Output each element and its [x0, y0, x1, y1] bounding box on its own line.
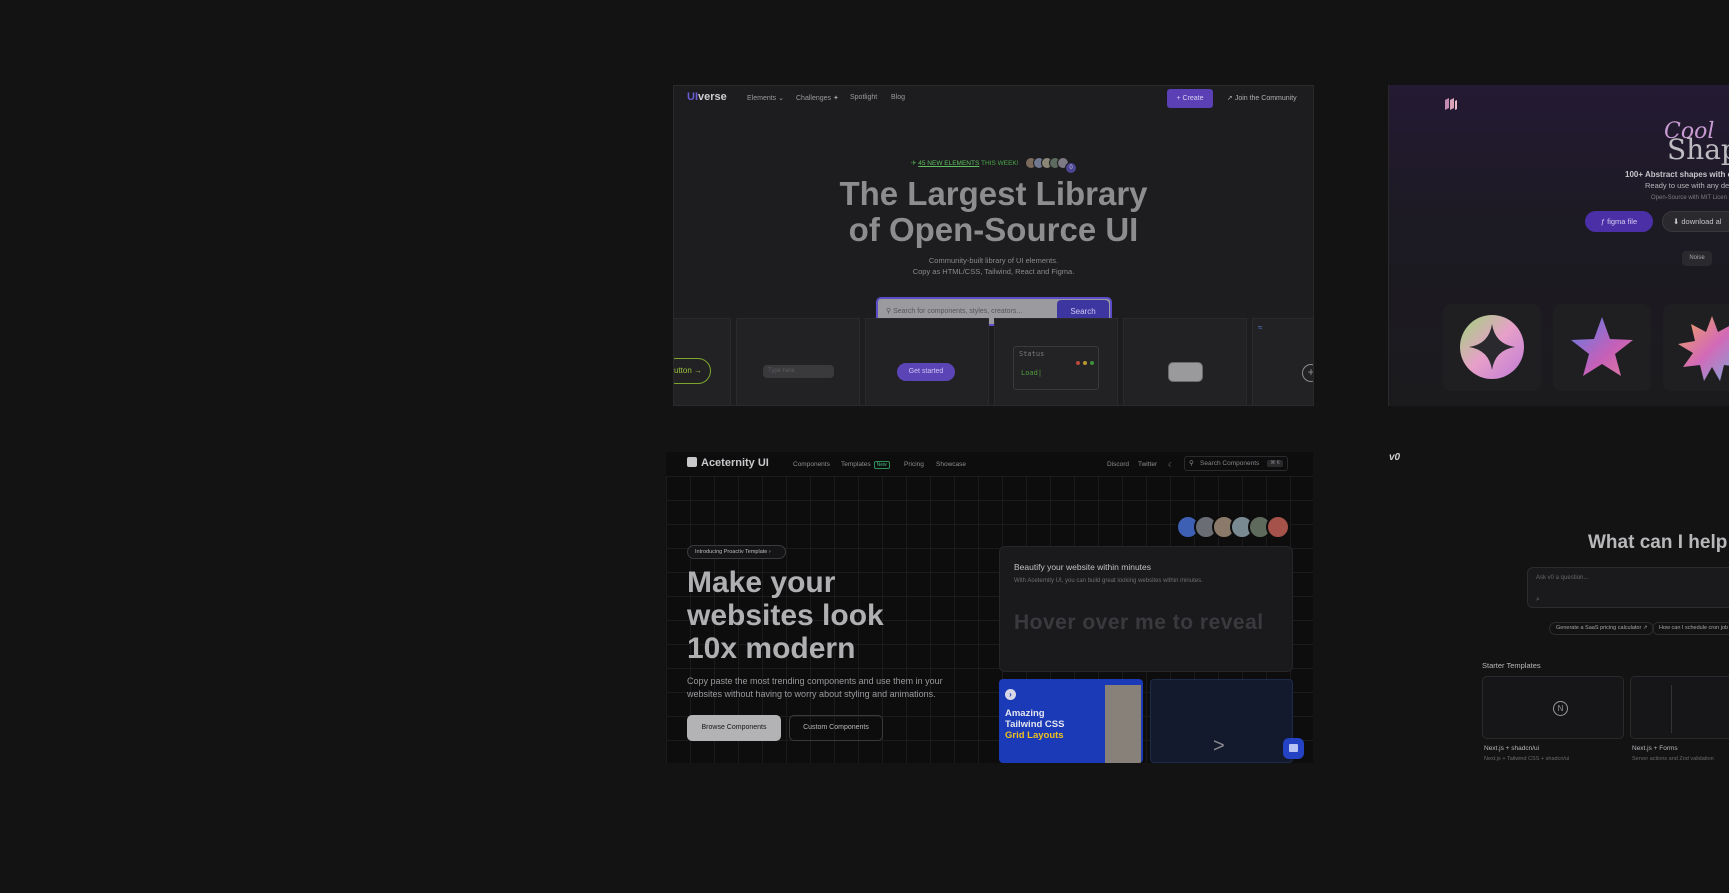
attachment-icon[interactable]: ⌕ — [1536, 596, 1540, 604]
aceternity-preview-card[interactable]: Aceternity UI Components Templates New Pr… — [666, 452, 1313, 763]
contributor-avatars: 0 — [1025, 156, 1077, 174]
uiverse-logo[interactable]: UIverse — [687, 91, 727, 103]
aceternity-logo[interactable]: Aceternity UI — [687, 457, 769, 469]
form-preview-image — [1671, 685, 1729, 733]
nav-discord[interactable]: Discord — [1107, 461, 1129, 468]
starter-templates-heading: Starter Templates — [1482, 661, 1541, 670]
search-components-input[interactable]: ⚲ Search Components ⌘ K — [1184, 456, 1288, 471]
nav-elements[interactable]: Elements ⌄ — [747, 94, 784, 102]
avatar — [1266, 515, 1290, 539]
hero-description: Copy paste the most trending components … — [687, 676, 943, 699]
template-sub: Next.js + Tailwind CSS + shadcn/ui — [1484, 756, 1570, 762]
terminal-text: Load| — [1021, 369, 1043, 377]
hero-title: Make your websites look 10x modern — [687, 566, 884, 665]
coolshapes-tagline: 100+ Abstract shapes with co — [1625, 170, 1729, 179]
shape-tile[interactable] — [1443, 304, 1541, 391]
input-preview[interactable]: Type here — [763, 365, 834, 378]
nav-templates[interactable]: Templates New — [841, 461, 890, 469]
terminal-title: Status — [1019, 350, 1045, 358]
uiverse-preview-card[interactable]: UIverse Elements ⌄ Challenges ✦ Spotligh… — [673, 85, 1314, 406]
arrow-icon: › — [768, 549, 771, 555]
terminal-prompt-icon: > — [1213, 735, 1225, 757]
outline-button-preview[interactable]: utton → — [674, 358, 711, 384]
uiverse-navbar: UIverse Elements ⌄ Challenges ✦ Spotligh… — [674, 86, 1313, 110]
star-circle-shape-icon — [1460, 315, 1524, 379]
tab-noise[interactable]: Noise — [1682, 251, 1712, 266]
template-label: Next.js + Forms — [1632, 745, 1678, 752]
intro-badge[interactable]: Introducing Proactiv Template › — [687, 545, 786, 559]
reveal-panel[interactable]: Beautify your website within minutes Wit… — [999, 546, 1293, 672]
tailwind-icon: ≈ — [1258, 323, 1263, 332]
nextjs-icon: N — [1553, 701, 1568, 716]
download-all-button[interactable]: ⬇ download al — [1662, 211, 1729, 232]
grid-preview-image — [1105, 685, 1141, 763]
element-showcase-row: utton → Type here Get started Status Loa… — [674, 318, 1313, 405]
aceternity-logo-icon — [687, 457, 697, 467]
aceternity-navbar: Aceternity UI Components Templates New Pr… — [666, 452, 1313, 476]
template-label: Next.js + shadcn/ui — [1484, 745, 1540, 752]
template-tile[interactable] — [1630, 676, 1729, 739]
template-sub: Server actions and Zod validation — [1632, 756, 1714, 762]
get-started-button-preview[interactable]: Get started — [897, 363, 955, 381]
figma-file-button[interactable]: ƒ figma file — [1585, 211, 1653, 232]
create-button[interactable]: + Create — [1167, 89, 1213, 108]
hero-title: The Largest Library of Open-Source UI — [839, 175, 1148, 248]
shapes-title: Shap — [1667, 133, 1729, 166]
template-tile[interactable]: N — [1482, 676, 1624, 739]
rocket-icon: ➚ — [1227, 95, 1235, 102]
nav-showcase[interactable]: Showcase — [936, 461, 966, 468]
shortcut-kbd: ⌘ K — [1267, 460, 1283, 467]
join-community-link[interactable]: ➚ Join the Community — [1227, 89, 1297, 108]
shape-tile[interactable] — [1553, 304, 1651, 391]
nav-components[interactable]: Components — [793, 461, 830, 468]
coolshapes-logo-icon — [1445, 98, 1457, 110]
element-tile[interactable]: ≈ + — [1252, 318, 1313, 405]
browse-components-button[interactable]: Browse Components — [687, 715, 781, 741]
globe-map-card[interactable]: > — [1150, 679, 1293, 763]
toggle-preview[interactable] — [1168, 362, 1203, 382]
v0-logo[interactable]: v0 — [1389, 452, 1400, 463]
nav-blog[interactable]: Blog — [891, 94, 905, 101]
user-avatars — [1176, 515, 1290, 544]
plus-icon[interactable]: + — [1302, 364, 1313, 382]
element-tile[interactable]: Status Load| — [994, 318, 1118, 405]
nav-spotlight[interactable]: Spotlight — [850, 94, 877, 101]
arrow-right-icon: › — [1005, 689, 1016, 700]
v0-preview-card[interactable]: v0 What can I help Ask v0 a question... ⌕… — [1388, 452, 1729, 763]
element-tile[interactable]: utton → — [674, 318, 731, 405]
panel-title: Beautify your website within minutes — [1014, 562, 1152, 572]
element-tile[interactable]: Type here — [736, 318, 860, 405]
burst-shape-icon — [1678, 316, 1729, 381]
star-shape-icon — [1571, 317, 1633, 376]
custom-components-button[interactable]: Custom Components — [789, 715, 883, 741]
grid-layouts-card[interactable]: › Amazing Tailwind CSS Grid Layouts — [999, 679, 1143, 763]
hero-subtitle: Community-built library of UI elements. … — [912, 256, 1075, 276]
grid-layouts-title: Amazing Tailwind CSS Grid Layouts — [1005, 708, 1065, 741]
search-input[interactable]: ⚲ Search for components, styles, creator… — [886, 307, 1022, 315]
nav-twitter[interactable]: Twitter — [1138, 461, 1157, 468]
avatar-count-badge: 0 — [1065, 162, 1077, 174]
nav-pricing[interactable]: Pricing — [904, 461, 924, 468]
suggestion-chip[interactable]: How can I schedule cron job — [1652, 622, 1729, 635]
hover-reveal-text[interactable]: Hover over me to reveal — [1014, 611, 1264, 635]
search-icon: ⚲ — [1189, 460, 1194, 467]
element-tile[interactable]: Get started — [865, 318, 989, 405]
coolshapes-subline: Ready to use with any des — [1645, 181, 1729, 190]
coolshapes-preview-card[interactable]: Cool Shap 100+ Abstract shapes with co R… — [1388, 85, 1729, 406]
chat-icon — [1289, 744, 1298, 752]
window-dots-icon — [1073, 352, 1094, 370]
ask-input[interactable]: Ask v0 a question... ⌕ — [1527, 567, 1729, 608]
new-badge: New — [873, 461, 890, 469]
new-elements-banner[interactable]: ✈ 45 NEW ELEMENTS THIS WEEK! — [911, 159, 1019, 167]
terminal-preview: Status Load| — [1013, 346, 1099, 390]
coolshapes-license: Open-Source with MIT Licen — [1651, 195, 1727, 201]
moon-icon[interactable]: ☾ — [1168, 461, 1174, 469]
suggestion-chip[interactable]: Generate a SaaS pricing calculator ↗ — [1549, 622, 1655, 635]
panel-subtitle: With Aceternity UI, you can build great … — [1014, 578, 1203, 584]
nav-challenges[interactable]: Challenges ✦ — [796, 94, 839, 102]
v0-heading: What can I help — [1588, 532, 1728, 553]
element-tile[interactable] — [1123, 318, 1247, 405]
chat-widget-button[interactable] — [1283, 738, 1304, 759]
shape-tile[interactable] — [1663, 304, 1729, 391]
